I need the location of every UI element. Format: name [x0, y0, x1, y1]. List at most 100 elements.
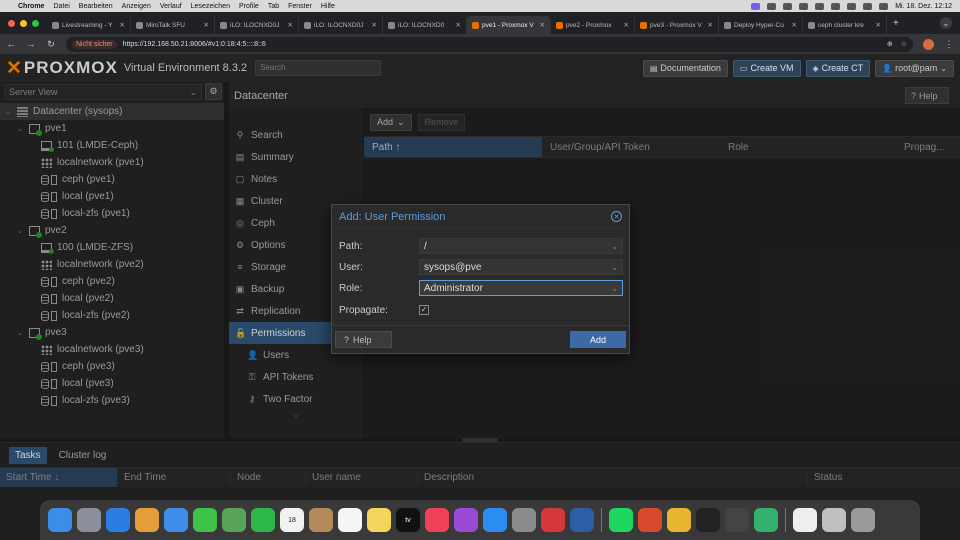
close-tab-icon[interactable]: ✕	[456, 21, 461, 29]
documentation-button[interactable]: ▤ Documentation	[642, 59, 728, 77]
notes-app-icon[interactable]	[367, 508, 391, 532]
finder-icon[interactable]	[48, 508, 72, 532]
close-icon[interactable]: ✕	[611, 211, 622, 222]
settings-icon[interactable]	[512, 508, 536, 532]
create-ct-button[interactable]: ◈ Create CT	[805, 59, 871, 77]
messages-icon[interactable]	[193, 508, 217, 532]
search-input[interactable]: Search	[255, 60, 382, 76]
tomato-icon[interactable]	[638, 508, 662, 532]
browser-tab[interactable]: MiroTalk SFU ✕	[131, 16, 215, 34]
browser-tab[interactable]: Livestreaming - Y ✕	[47, 16, 131, 34]
chevron-down-icon[interactable]: ⌄	[611, 242, 618, 251]
address-bar[interactable]: Nicht sicher https://192.168.50.21:8006/…	[66, 36, 913, 52]
music-icon[interactable]	[425, 508, 449, 532]
proxyman-icon[interactable]	[570, 508, 594, 532]
trash-icon[interactable]	[851, 508, 875, 532]
control-center-icon[interactable]	[863, 2, 873, 10]
menu-chrome[interactable]: Chrome	[18, 3, 44, 10]
terminal-icon[interactable]	[696, 508, 720, 532]
browser-tab[interactable]: pve1 - Proxmox V ✕	[467, 16, 551, 34]
dialog-add-button[interactable]: Add	[570, 331, 626, 348]
bluetooth-icon[interactable]	[815, 2, 825, 10]
browser-tab[interactable]: ceph cluster kre ✕	[803, 16, 887, 34]
browser-tab[interactable]: iLO: ILOCNXD0 ✕	[383, 16, 467, 34]
close-tab-icon[interactable]: ✕	[876, 21, 881, 29]
new-tab-icon[interactable]: +	[893, 18, 899, 29]
spotlight-icon[interactable]	[847, 2, 857, 10]
close-tab-icon[interactable]: ✕	[120, 21, 125, 29]
appletv-icon[interactable]: tv	[396, 508, 420, 532]
screen-icon[interactable]	[767, 2, 777, 10]
bookmark-star-icon[interactable]: ☆	[901, 40, 907, 48]
security-badge[interactable]: Nicht sicher	[72, 39, 117, 49]
photos-icon[interactable]	[135, 508, 159, 532]
profile-avatar[interactable]	[923, 38, 934, 50]
maps-icon[interactable]	[222, 508, 246, 532]
dialog-help-button[interactable]: ? Help	[335, 331, 392, 348]
role-combobox[interactable]: Administrator ⌄	[419, 280, 623, 296]
chevron-down-icon[interactable]: ⌄	[611, 263, 618, 272]
browser-tab[interactable]: Deploy Hyper-Co ✕	[719, 16, 803, 34]
battery-icon[interactable]	[799, 2, 809, 10]
browser-tab[interactable]: pve3 - Proxmox V ✕	[635, 16, 719, 34]
close-tab-icon[interactable]: ✕	[372, 21, 377, 29]
close-tab-icon[interactable]: ✕	[540, 21, 545, 29]
close-window-icon[interactable]	[8, 19, 15, 27]
tab-title: ceph cluster kre	[818, 21, 864, 29]
facetime-icon[interactable]	[251, 508, 275, 532]
zoom-icon[interactable]: ⊕	[887, 40, 893, 48]
menu-profile[interactable]: Profile	[239, 3, 259, 10]
forward-icon[interactable]: →	[26, 39, 36, 49]
vpn-icon[interactable]	[541, 508, 565, 532]
menubar-clock[interactable]: Mi. 18. Dez. 12:12	[895, 3, 952, 10]
downloads-icon[interactable]	[822, 508, 846, 532]
menu-datei[interactable]: Datei	[53, 3, 69, 10]
back-icon[interactable]: ←	[6, 39, 16, 49]
chrome-menu-icon[interactable]: ⋮	[944, 39, 954, 50]
create-vm-button[interactable]: ▭ Create VM	[732, 59, 801, 77]
reminders-icon[interactable]	[338, 508, 362, 532]
menu-hilfe[interactable]: Hilfe	[321, 3, 335, 10]
user-combobox[interactable]: sysops@pve ⌄	[419, 259, 623, 275]
volume-icon[interactable]	[783, 2, 793, 10]
browser-tab[interactable]: iLO: ILOCNXD0J ✕	[299, 16, 383, 34]
close-tab-icon[interactable]: ✕	[792, 21, 797, 29]
menu-bearbeiten[interactable]: Bearbeiten	[79, 3, 113, 10]
menu-tab[interactable]: Tab	[268, 3, 279, 10]
siri-icon[interactable]	[879, 2, 889, 10]
mail-icon[interactable]	[164, 508, 188, 532]
close-tab-icon[interactable]: ✕	[288, 21, 293, 29]
close-tab-icon[interactable]: ✕	[204, 21, 209, 29]
reload-icon[interactable]: ↻	[46, 39, 56, 50]
appstore-icon[interactable]	[483, 508, 507, 532]
chevron-down-icon[interactable]: ⌄	[611, 284, 618, 293]
close-tab-icon[interactable]: ✕	[708, 21, 713, 29]
document-icon[interactable]	[793, 508, 817, 532]
url-text[interactable]: https://192.168.50.21:8006/#v1:0:18:4:5:…	[123, 41, 266, 48]
contacts-icon[interactable]	[309, 508, 333, 532]
propagate-checkbox[interactable]: ✓	[419, 305, 429, 315]
teams-icon[interactable]	[751, 2, 761, 10]
wifi-icon[interactable]	[831, 2, 841, 10]
menu-lesezeichen[interactable]: Lesezeichen	[191, 3, 230, 10]
browser-tab[interactable]: iLO: ILOCNXD0J ✕	[215, 16, 299, 34]
path-value: /	[424, 240, 427, 252]
user-menu-button[interactable]: 👤 root@pam ⌄	[875, 59, 954, 77]
menu-fenster[interactable]: Fenster	[288, 3, 312, 10]
close-tab-icon[interactable]: ✕	[624, 21, 629, 29]
browser-tab[interactable]: pve2 - Proxmox ✕	[551, 16, 635, 34]
podcasts-icon[interactable]	[454, 508, 478, 532]
path-combobox[interactable]: / ⌄	[419, 238, 623, 254]
chrome-icon[interactable]	[667, 508, 691, 532]
menu-anzeigen[interactable]: Anzeigen	[122, 3, 151, 10]
sync-icon[interactable]	[754, 508, 778, 532]
calendar-icon[interactable]: 18	[280, 508, 304, 532]
safari-icon[interactable]	[106, 508, 130, 532]
minimize-window-icon[interactable]	[20, 19, 27, 27]
tab-search-icon[interactable]: ⌄	[940, 17, 952, 29]
calculator-icon[interactable]	[725, 508, 749, 532]
menu-verlauf[interactable]: Verlauf	[160, 3, 182, 10]
zoom-window-icon[interactable]	[32, 19, 39, 27]
spotify-icon[interactable]	[609, 508, 633, 532]
launchpad-icon[interactable]	[77, 508, 101, 532]
